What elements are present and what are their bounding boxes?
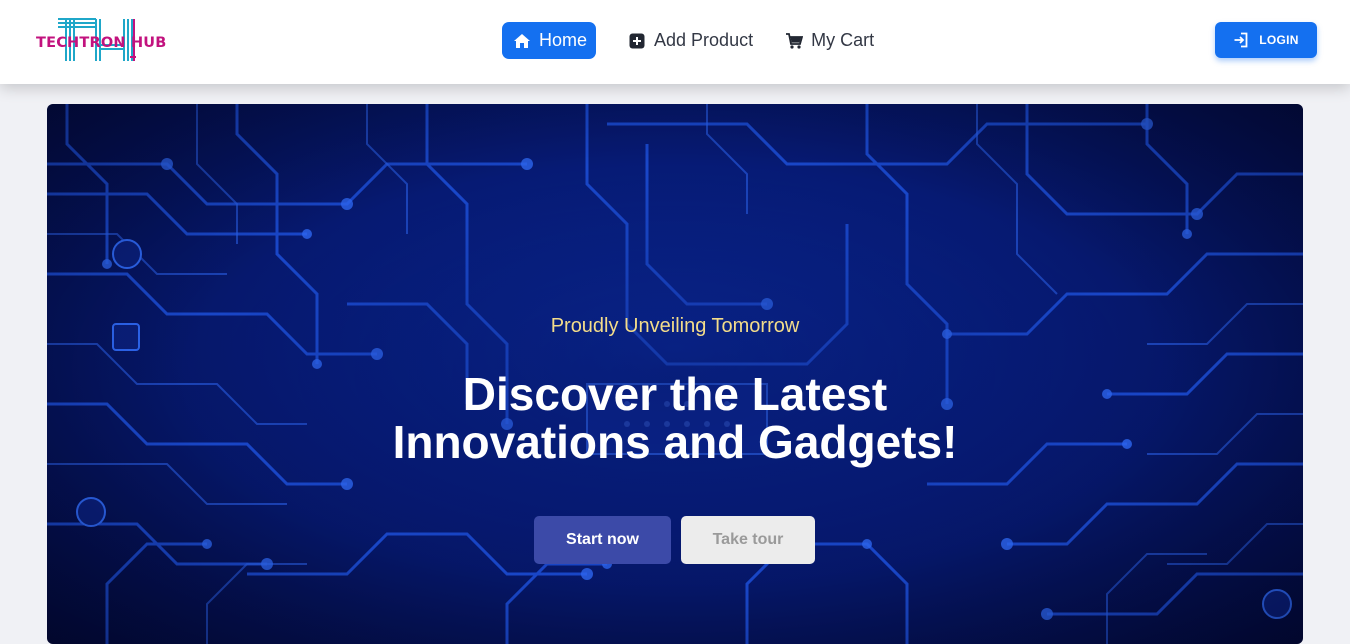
top-navbar: TECHTRON HUB Home Add Product My Cart LO… bbox=[0, 0, 1350, 84]
nav-home-label: Home bbox=[539, 30, 588, 50]
hero-title-line-1: Discover the Latest bbox=[462, 368, 888, 420]
take-tour-button[interactable]: Take tour bbox=[681, 516, 815, 564]
plus-square-icon bbox=[628, 32, 646, 50]
main-nav: Home Add Product My Cart bbox=[502, 22, 874, 59]
hero-title: Discover the Latest Innovations and Gadg… bbox=[47, 370, 1303, 466]
login-label: LOGIN bbox=[1259, 33, 1299, 47]
login-button[interactable]: LOGIN bbox=[1215, 22, 1317, 58]
hero-title-line-2: Innovations and Gadgets! bbox=[392, 416, 958, 468]
nav-home[interactable]: Home bbox=[502, 22, 597, 59]
login-icon bbox=[1233, 32, 1249, 48]
nav-my-cart[interactable]: My Cart bbox=[785, 22, 874, 59]
hero-subtitle: Proudly Unveiling Tomorrow bbox=[550, 315, 800, 337]
hero-banner: Proudly Unveiling Tomorrow Discover the … bbox=[47, 104, 1303, 644]
home-icon bbox=[513, 32, 531, 50]
logo-text: TECHTRON HUB bbox=[36, 35, 167, 51]
nav-my-cart-label: My Cart bbox=[811, 30, 875, 50]
cart-icon bbox=[785, 32, 804, 50]
techtron-hub-logo[interactable]: TECHTRON HUB bbox=[36, 17, 167, 63]
start-now-button[interactable]: Start now bbox=[534, 516, 671, 564]
nav-add-product[interactable]: Add Product bbox=[628, 22, 753, 59]
nav-add-product-label: Add Product bbox=[654, 30, 754, 50]
